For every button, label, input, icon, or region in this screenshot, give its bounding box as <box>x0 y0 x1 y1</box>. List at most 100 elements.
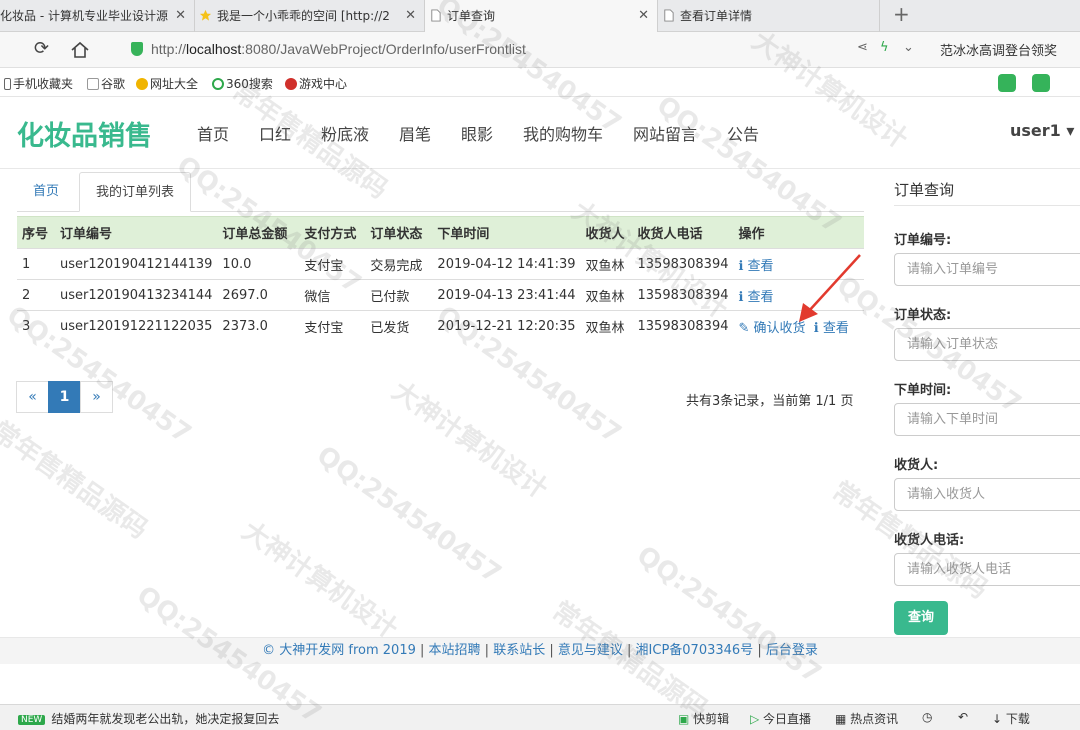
column-header: 序号 <box>17 216 55 249</box>
new-tab-button[interactable]: + <box>893 2 910 26</box>
cell-time: 2019-04-12 14:41:39 <box>432 248 581 280</box>
url-host: localhost <box>186 41 242 57</box>
page-1-button[interactable]: 1 <box>48 381 81 413</box>
download-icon: ↓ <box>992 712 1006 726</box>
undo-icon[interactable]: ↶ <box>958 710 968 724</box>
close-icon[interactable]: ✕ <box>638 0 649 32</box>
nav-item-messages[interactable]: 网站留言 <box>633 121 697 145</box>
new-badge: NEW <box>18 715 46 725</box>
browser-tab-3-active[interactable]: 订单查询 ✕ <box>425 0 658 32</box>
news-ticker[interactable]: 范冰冰高调登台领奖 <box>940 40 1057 59</box>
cell-pay: 微信 <box>299 279 366 311</box>
view-link[interactable]: ℹ 查看 <box>738 259 773 274</box>
search-360-icon <box>212 78 224 90</box>
column-header: 收货人 <box>580 216 633 249</box>
cell-receiver: 双鱼林 <box>580 248 633 280</box>
main-content: 首页 我的订单列表 序号 订单编号 订单总金额 支付方式 订单状态 下单时间 收… <box>0 169 880 639</box>
table-row: 2 user120190413234144 2697.0 微信 已付款 2019… <box>17 279 864 311</box>
nav-item-eyeshadow[interactable]: 眼影 <box>461 121 493 145</box>
receiver-phone-input[interactable]: 请输入收货人电话 <box>894 553 1080 586</box>
browser-tab-2[interactable]: 我是一个小乖乖的空间 [http://2 ✕ <box>195 0 425 32</box>
field-label: 收货人: <box>894 458 939 473</box>
extension-icon[interactable] <box>998 74 1016 92</box>
orders-table: 序号 订单编号 订单总金额 支付方式 订单状态 下单时间 收货人 收货人电话 操… <box>17 216 864 342</box>
bookmark-google[interactable]: 谷歌 <box>87 75 125 92</box>
column-header: 订单编号 <box>55 216 218 249</box>
browser-tab-4[interactable]: 查看订单详情 <box>658 0 880 32</box>
site-navbar: 化妆品销售 首页 口红 粉底液 眉笔 眼影 我的购物车 网站留言 公告 user… <box>0 97 1080 169</box>
separator: | <box>420 643 429 658</box>
page-icon <box>664 9 674 22</box>
footer-link-feedback[interactable]: 意见与建议 <box>558 643 623 658</box>
confirm-receipt-link[interactable]: ✎ 确认收货 <box>738 321 805 336</box>
next-page-button[interactable]: » <box>80 381 113 413</box>
bookmark-label: 网址大全 <box>150 77 199 91</box>
bookmark-games[interactable]: 游戏中心 <box>285 75 347 92</box>
share-icon[interactable]: ⋖ <box>857 40 868 55</box>
cell-time: 2019-04-13 23:41:44 <box>432 279 581 311</box>
view-link[interactable]: ℹ 查看 <box>738 290 773 305</box>
bookmark-mobile[interactable]: 手机收藏夹 <box>4 75 73 92</box>
browser-tab-title: 化妆品 - 计算机专业毕业设计源 <box>0 9 168 23</box>
nav-item-notice[interactable]: 公告 <box>727 121 759 145</box>
cell-actions: ✎ 确认收货 ℹ 查看 <box>733 310 864 342</box>
user-menu[interactable]: user1 ▾ <box>1010 121 1074 140</box>
hot-news-button[interactable]: ▦ 热点资讯 <box>835 710 898 727</box>
footer-link-contact[interactable]: 联系站长 <box>493 643 545 658</box>
order-time-input[interactable]: 请输入下单时间 <box>894 403 1080 436</box>
download-button[interactable]: ↓ 下载 <box>992 710 1030 727</box>
close-icon[interactable]: ✕ <box>405 0 416 32</box>
nav-item-home[interactable]: 首页 <box>197 121 229 145</box>
browser-tab-1[interactable]: 化妆品 - 计算机专业毕业设计源 ✕ <box>0 0 195 32</box>
browser-status-bar: NEW 结婚两年就发现老公出轨，她决定报复回去 ▣ 快剪辑 ▷ 今日直播 ▦ 热点… <box>0 704 1080 730</box>
order-no-input[interactable]: 请输入订单编号 <box>894 253 1080 286</box>
news-item[interactable]: NEW 结婚两年就发现老公出轨，她决定报复回去 <box>18 710 279 727</box>
live-button[interactable]: ▷ 今日直播 <box>750 710 811 727</box>
nav-item-cart[interactable]: 我的购物车 <box>523 121 603 145</box>
order-status-input[interactable]: 请输入订单状态 <box>894 328 1080 361</box>
reload-icon[interactable]: ⟳ <box>34 38 49 59</box>
pagination: « 1 » <box>16 381 113 413</box>
footer-icp[interactable]: 湘ICP备0703346号 <box>636 643 754 658</box>
close-icon[interactable]: ✕ <box>175 0 186 32</box>
separator: | <box>484 643 494 658</box>
prev-page-button[interactable]: « <box>16 381 49 413</box>
tab-home[interactable]: 首页 <box>17 172 75 212</box>
cell-phone: 13598308394 <box>632 310 734 342</box>
chevron-down-icon[interactable]: ⌄ <box>903 40 914 55</box>
bookmark-urls[interactable]: 网址大全 <box>136 75 198 92</box>
table-row: 3 user120191221122035 2373.0 支付宝 已发货 201… <box>17 310 864 342</box>
url-field[interactable]: http://localhost:8080/JavaWebProject/Ord… <box>151 41 526 57</box>
field-label: 收货人电话: <box>894 533 965 548</box>
field-label: 订单状态: <box>894 308 952 323</box>
cell-status: 交易完成 <box>365 248 433 280</box>
bookmark-360[interactable]: 360搜索 <box>212 75 273 92</box>
divider <box>894 205 1080 206</box>
game-icon <box>285 78 297 90</box>
quick-clip-button[interactable]: ▣ 快剪辑 <box>678 710 729 727</box>
status-label: 热点资讯 <box>850 712 899 726</box>
translate-icon[interactable] <box>1032 74 1050 92</box>
bookmark-label: 手机收藏夹 <box>13 77 74 91</box>
view-link[interactable]: ℹ 查看 <box>814 321 849 336</box>
footer-copyright[interactable]: © 大神开发网 from 2019 <box>262 643 416 658</box>
footer-link-jobs[interactable]: 本站招聘 <box>429 643 481 658</box>
page-icon <box>431 9 441 22</box>
nav-item-eyebrow-pencil[interactable]: 眉笔 <box>399 121 431 145</box>
nav-item-lipstick[interactable]: 口红 <box>259 121 291 145</box>
home-icon[interactable] <box>70 41 90 59</box>
tab-my-orders[interactable]: 我的订单列表 <box>79 172 192 212</box>
footer-link-admin[interactable]: 后台登录 <box>766 643 818 658</box>
nav-item-foundation[interactable]: 粉底液 <box>321 121 369 145</box>
cell-status: 已发货 <box>365 310 433 342</box>
speed-icon[interactable]: ◷ <box>922 710 932 724</box>
url-path: :8080/JavaWebProject/OrderInfo/userFront… <box>241 41 526 57</box>
star-icon <box>199 9 212 21</box>
status-label: 今日直播 <box>763 712 812 726</box>
lightning-icon[interactable]: ϟ <box>880 40 889 55</box>
receiver-input[interactable]: 请输入收货人 <box>894 478 1080 511</box>
query-button[interactable]: 查询 <box>894 601 948 635</box>
cell-actions: ℹ 查看 <box>733 248 864 280</box>
url-prefix: http:// <box>151 41 187 57</box>
site-brand[interactable]: 化妆品销售 <box>17 114 152 153</box>
